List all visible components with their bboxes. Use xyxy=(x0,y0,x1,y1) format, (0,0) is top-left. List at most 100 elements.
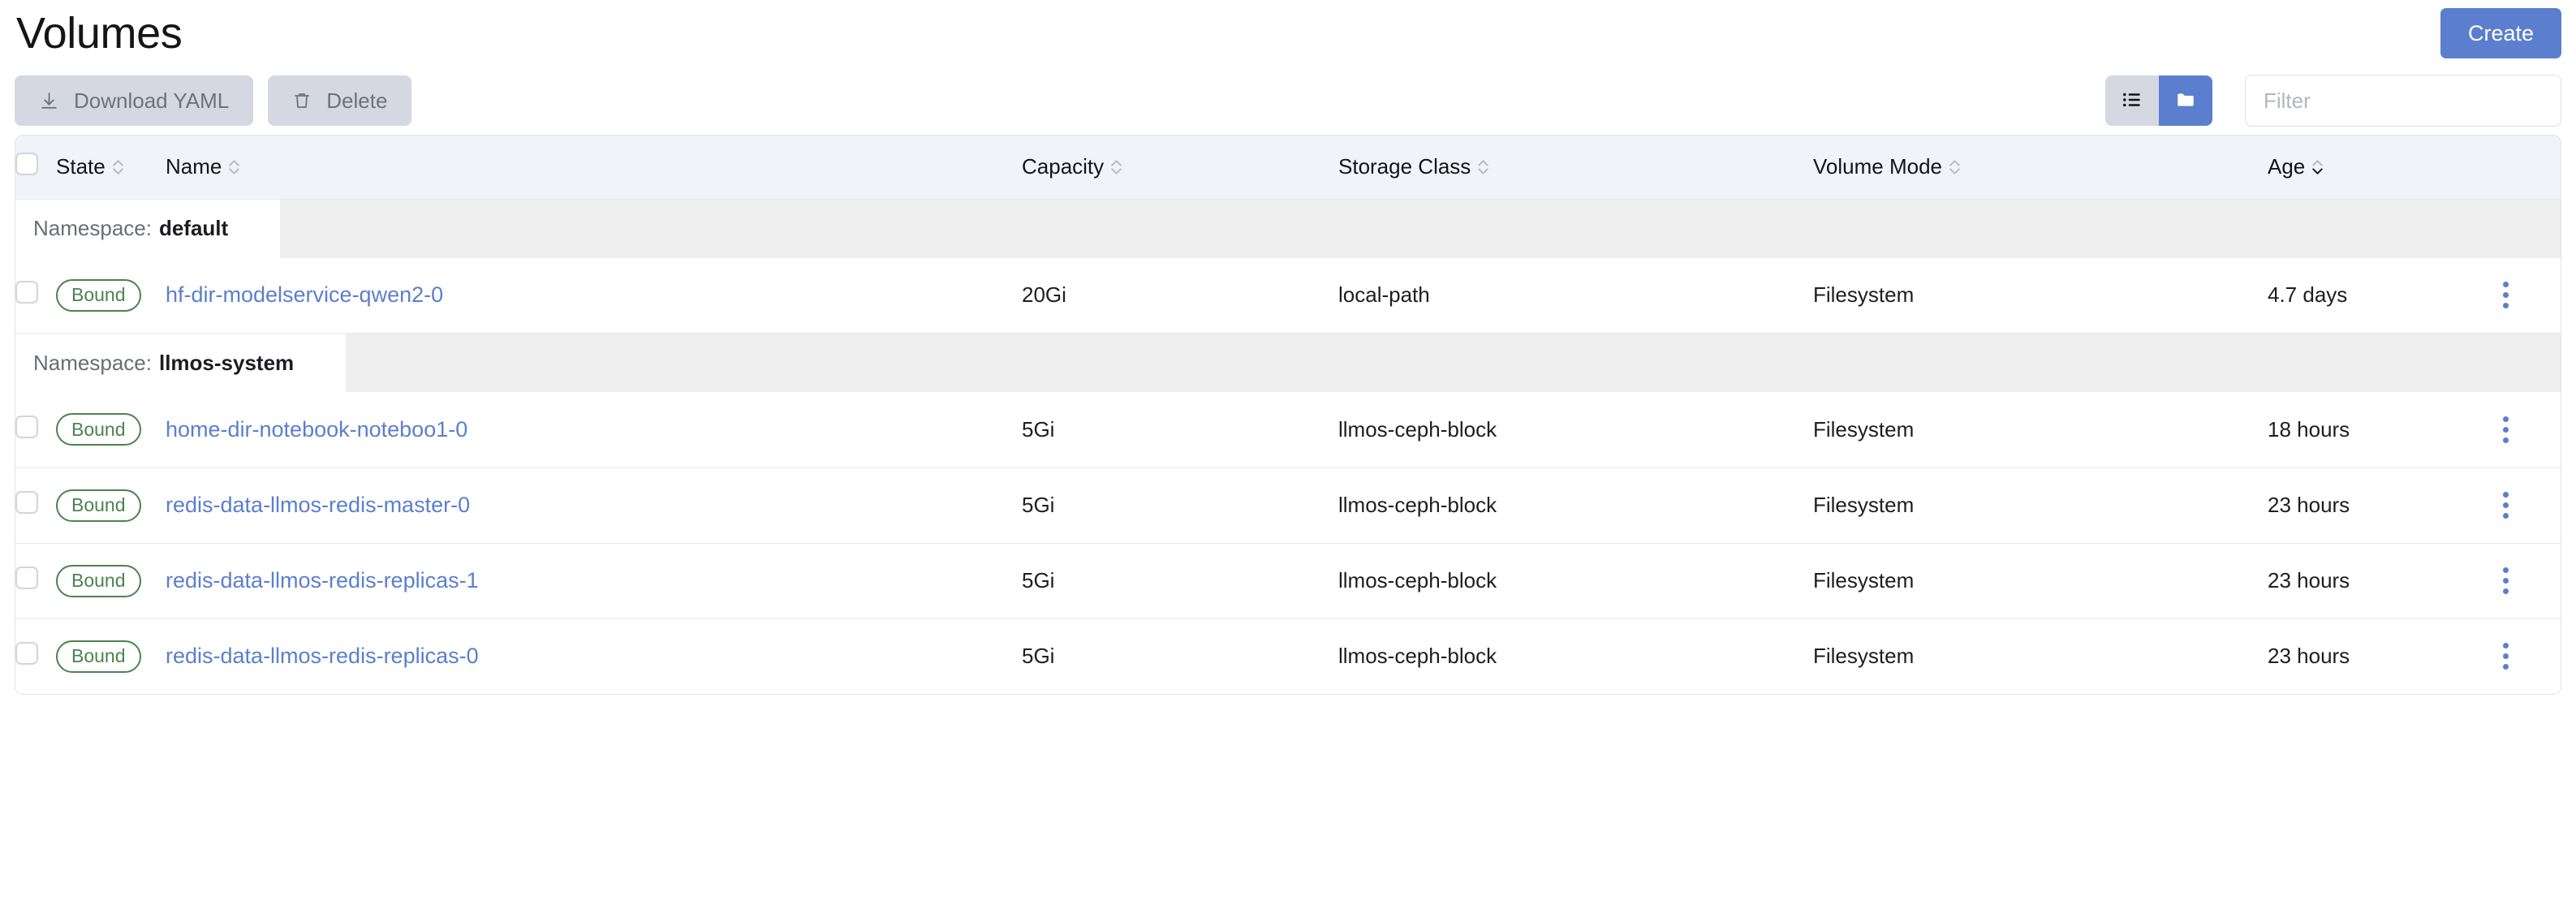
list-view-icon xyxy=(2122,89,2143,113)
download-icon xyxy=(39,91,59,111)
row-checkbox[interactable] xyxy=(15,491,38,514)
sort-chevrons-icon xyxy=(111,158,125,176)
cell-storage-class: llmos-ceph-block xyxy=(1338,543,1813,619)
cell-actions xyxy=(2491,392,2561,468)
row-actions-menu-icon[interactable] xyxy=(2491,643,2520,670)
table-row[interactable]: Bound hf-dir-modelservice-qwen2-0 20Gi l… xyxy=(15,257,2561,334)
cell-capacity: 20Gi xyxy=(1022,257,1338,334)
volume-name-link[interactable]: redis-data-llmos-redis-replicas-0 xyxy=(166,644,479,668)
cell-age: 23 hours xyxy=(2268,467,2491,544)
cell-state: Bound xyxy=(56,543,166,619)
cell-storage-class: llmos-ceph-block xyxy=(1338,644,1497,669)
cell-storage-class: llmos-ceph-block xyxy=(1338,467,1813,544)
column-header-name[interactable]: Name xyxy=(166,136,1022,200)
cell-age: 23 hours xyxy=(2268,644,2350,669)
column-header-state-label: State xyxy=(56,154,106,179)
row-select-cell xyxy=(15,257,56,334)
column-header-volume-mode-label: Volume Mode xyxy=(1813,154,1942,179)
download-yaml-label: Download YAML xyxy=(74,88,230,113)
namespace-group-cell: Namespace: llmos-system xyxy=(15,333,2561,392)
cell-actions xyxy=(2491,257,2561,334)
namespace-group-prefix: Namespace: xyxy=(33,350,152,375)
list-view-button[interactable] xyxy=(2105,75,2159,126)
volume-name-link[interactable]: redis-data-llmos-redis-master-0 xyxy=(166,493,470,517)
cell-actions xyxy=(2491,467,2561,544)
sort-chevrons-icon xyxy=(227,158,241,176)
cell-actions xyxy=(2491,543,2561,619)
cell-state: Bound xyxy=(56,392,166,468)
table-header-row: State Name Capacity Storage Class Volume… xyxy=(15,136,2561,200)
page-title: Volumes xyxy=(16,9,183,58)
table-row[interactable]: Bound redis-data-llmos-redis-replicas-0 … xyxy=(15,618,2561,694)
cell-state: Bound xyxy=(56,618,166,694)
page-header: Volumes Create xyxy=(0,0,2576,67)
status-badge: Bound xyxy=(56,640,141,673)
row-checkbox[interactable] xyxy=(15,281,38,304)
column-header-age-label: Age xyxy=(2268,154,2306,179)
filter-input[interactable] xyxy=(2245,75,2561,127)
status-badge: Bound xyxy=(56,489,141,522)
toolbar-actions: Download YAML Delete xyxy=(15,75,412,126)
namespace-group-prefix: Namespace: xyxy=(33,216,152,240)
table-body: Namespace: default Bound hf-dir-modelserv… xyxy=(15,199,2561,694)
cell-volume-mode: Filesystem xyxy=(1813,644,1915,669)
namespace-group-row: Namespace: default xyxy=(15,199,2561,258)
column-header-volume-mode[interactable]: Volume Mode xyxy=(1813,136,2268,200)
column-header-name-label: Name xyxy=(166,154,222,179)
create-button[interactable]: Create xyxy=(2440,8,2561,58)
volume-name-link[interactable]: hf-dir-modelservice-qwen2-0 xyxy=(166,282,443,307)
row-checkbox[interactable] xyxy=(15,415,38,438)
column-header-storage-class-label: Storage Class xyxy=(1338,154,1471,179)
select-all-checkbox[interactable] xyxy=(15,153,38,176)
folder-group-icon xyxy=(2175,89,2196,113)
status-badge: Bound xyxy=(56,413,141,446)
cell-capacity: 5Gi xyxy=(1022,392,1338,468)
column-header-age[interactable]: Age xyxy=(2268,136,2491,200)
table-row[interactable]: Bound home-dir-notebook-noteboo1-0 5Gi l… xyxy=(15,392,2561,468)
cell-name: hf-dir-modelservice-qwen2-0 xyxy=(166,257,1022,334)
header-select-all-cell xyxy=(15,136,56,200)
namespace-group-cell: Namespace: default xyxy=(15,199,2561,258)
cell-actions xyxy=(2491,618,2561,694)
cell-capacity: 5Gi xyxy=(1022,467,1338,544)
group-view-button[interactable] xyxy=(2159,75,2212,126)
row-checkbox[interactable] xyxy=(15,567,38,589)
table-header: State Name Capacity Storage Class Volume… xyxy=(15,136,2561,200)
table-row[interactable]: Bound redis-data-llmos-redis-master-0 5G… xyxy=(15,467,2561,544)
row-actions-menu-icon[interactable] xyxy=(2491,282,2520,309)
column-header-storage-class[interactable]: Storage Class xyxy=(1338,136,1813,200)
namespace-group-tab: Namespace: default xyxy=(15,199,281,258)
volume-name-link[interactable]: home-dir-notebook-noteboo1-0 xyxy=(166,417,467,442)
column-header-capacity-label: Capacity xyxy=(1022,154,1105,179)
cell-volume-mode: Filesystem xyxy=(1813,467,2268,544)
cell-volume-mode: Filesystem xyxy=(1813,392,2268,468)
cell-volume-mode: Filesystem xyxy=(1813,543,2268,619)
toolbar-view-controls xyxy=(2105,75,2561,127)
cell-state: Bound xyxy=(56,257,166,334)
row-actions-menu-icon[interactable] xyxy=(2491,567,2520,594)
cell-name: home-dir-notebook-noteboo1-0 xyxy=(166,392,1022,468)
row-actions-menu-icon[interactable] xyxy=(2491,416,2520,443)
row-select-cell xyxy=(15,543,56,619)
row-select-cell xyxy=(15,392,56,468)
cell-volume-mode: Filesystem xyxy=(1813,257,2268,334)
row-actions-menu-icon[interactable] xyxy=(2491,492,2520,519)
status-badge: Bound xyxy=(56,564,141,597)
sort-chevrons-icon xyxy=(1948,158,1962,176)
column-header-capacity[interactable]: Capacity xyxy=(1022,136,1338,200)
volume-name-link[interactable]: redis-data-llmos-redis-replicas-1 xyxy=(166,568,479,592)
sort-chevrons-icon xyxy=(1476,158,1490,176)
column-header-state[interactable]: State xyxy=(56,136,166,200)
cell-name: redis-data-llmos-redis-replicas-0 xyxy=(166,618,1022,694)
row-checkbox[interactable] xyxy=(15,642,38,666)
cell-age: 4.7 days xyxy=(2268,257,2491,334)
volumes-table-container: State Name Capacity Storage Class Volume… xyxy=(15,135,2561,695)
view-toggle-group xyxy=(2105,75,2212,126)
cell-state: Bound xyxy=(56,467,166,544)
sort-chevrons-icon xyxy=(1109,158,1123,176)
download-yaml-button[interactable]: Download YAML xyxy=(15,75,254,126)
table-row[interactable]: Bound redis-data-llmos-redis-replicas-1 … xyxy=(15,543,2561,619)
cell-age: 18 hours xyxy=(2268,392,2491,468)
cell-capacity: 5Gi xyxy=(1022,543,1338,619)
delete-button[interactable]: Delete xyxy=(268,75,412,126)
